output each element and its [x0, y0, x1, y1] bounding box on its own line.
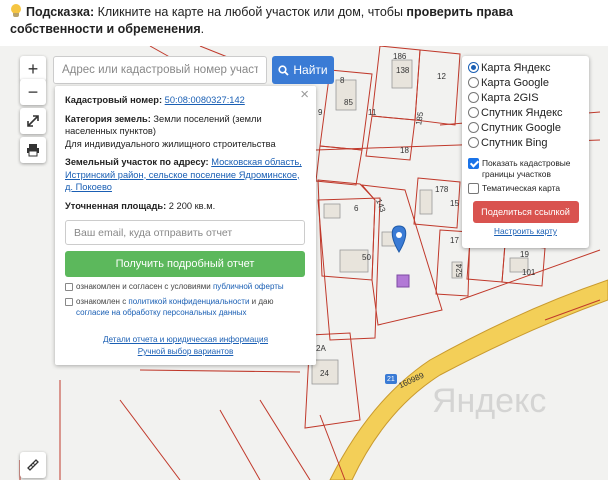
layer-label: Спутник Google: [481, 121, 561, 134]
layer-label: Карта 2GIS: [481, 91, 539, 104]
plot-number: 8: [340, 76, 345, 85]
area-value: 2 200 кв.м.: [168, 200, 216, 211]
plot-number: 50: [362, 253, 371, 262]
plot-number: 178: [435, 185, 449, 194]
radio-button[interactable]: [468, 107, 479, 118]
data-processing-link[interactable]: согласие на обработку персональных данны…: [76, 308, 246, 317]
zoom-out-button[interactable]: −: [20, 79, 46, 105]
hint-text: Подсказка: Кликните на карте на любой уч…: [10, 4, 600, 38]
report-details-link[interactable]: Детали отчета и юридическая информация: [55, 334, 316, 346]
fullscreen-button[interactable]: [20, 108, 46, 134]
ruler-icon: [27, 459, 39, 471]
layer-option-yandex-map[interactable]: Карта Яндекс: [468, 60, 583, 75]
address-label: Земельный участок по адресу:: [65, 157, 209, 167]
hint-body: Кликните на карте на любой участок или д…: [94, 5, 407, 19]
layer-option-yandex-satellite[interactable]: Спутник Яндекс: [468, 105, 583, 120]
plot-number: 138: [396, 66, 410, 75]
map-layers-panel: Карта Яндекс Карта Google Карта 2GIS Спу…: [462, 56, 589, 248]
get-report-button[interactable]: Получить подробный отчет: [65, 251, 305, 277]
land-category-row: Категория земель: Земли поселений (земли…: [65, 113, 306, 151]
map-watermark: Яндекс: [432, 382, 546, 420]
thematic-map-toggle[interactable]: Тематическая карта: [468, 183, 583, 194]
print-button[interactable]: [20, 137, 46, 163]
printer-icon: [27, 144, 39, 157]
radio-button[interactable]: [468, 77, 479, 88]
privacy-consent-text: ознакомлен с политикой конфиденциальност…: [76, 296, 306, 318]
category-label: Категория земель:: [65, 113, 151, 124]
radio-button[interactable]: [468, 92, 479, 103]
manual-selection-link[interactable]: Ручной выбор вариантов: [55, 346, 316, 358]
offer-consent-row: ознакомлен и согласен с условиями публич…: [65, 281, 306, 292]
share-link-button[interactable]: Поделиться ссылкой: [472, 201, 579, 223]
road: [329, 279, 608, 480]
road-number-badge: 21: [387, 376, 395, 383]
find-button[interactable]: Найти: [272, 56, 334, 84]
layer-option-bing-satellite[interactable]: Спутник Bing: [468, 135, 583, 150]
plot-number: 24: [320, 369, 329, 378]
parcel-info-panel: × Кадастровый номер: 50:08:0080327:142 К…: [55, 86, 316, 365]
layer-option-google-map[interactable]: Карта Google: [468, 75, 583, 90]
layer-label: Карта Google: [481, 76, 549, 89]
email-field[interactable]: [65, 220, 305, 245]
plot-number: 186: [393, 52, 407, 61]
ruler-button[interactable]: [20, 452, 46, 478]
info-footer-links: Детали отчета и юридическая информация Р…: [55, 334, 316, 358]
close-icon[interactable]: ×: [300, 87, 309, 101]
layer-label: Спутник Bing: [481, 136, 548, 149]
building-marker: [396, 274, 410, 288]
parcel-9: [315, 145, 363, 186]
thematic-map-label: Тематическая карта: [482, 183, 561, 193]
area-label: Уточненная площадь:: [65, 200, 167, 211]
address-row: Земельный участок по адресу: Московская …: [65, 156, 306, 194]
lightbulb-icon: [10, 4, 22, 18]
area-row: Уточненная площадь: 2 200 кв.м.: [65, 200, 306, 213]
show-borders-checkbox[interactable]: [468, 158, 479, 169]
plot-number: 17: [450, 236, 459, 245]
hint-label: Подсказка:: [26, 5, 95, 19]
search-input[interactable]: [53, 56, 267, 84]
offer-consent-prefix: ознакомлен и согласен с условиями: [76, 282, 213, 291]
radio-button[interactable]: [468, 62, 479, 73]
radio-button[interactable]: [468, 137, 479, 148]
plot-number: 19: [520, 250, 529, 259]
offer-consent-text: ознакомлен и согласен с условиями публич…: [76, 281, 284, 292]
plot-number: 11: [368, 108, 377, 117]
search-icon: [278, 64, 290, 76]
privacy-consent-checkbox[interactable]: [65, 298, 73, 306]
thematic-map-checkbox[interactable]: [468, 183, 479, 194]
expand-icon: [27, 115, 39, 127]
land-usage: Для индивидуального жилищного строительс…: [65, 138, 276, 149]
privacy-consent-row: ознакомлен с политикой конфиденциальност…: [65, 296, 306, 318]
configure-map-link[interactable]: Настроить карту: [468, 227, 583, 236]
plot-number: 9: [318, 108, 323, 117]
plot-number: 12: [437, 72, 446, 81]
privacy-consent-prefix: ознакомлен с: [76, 297, 129, 306]
plot-number: 85: [344, 98, 353, 107]
layer-option-google-satellite[interactable]: Спутник Google: [468, 120, 583, 135]
find-button-label: Найти: [293, 63, 328, 77]
plot-number: 524: [455, 263, 465, 278]
privacy-policy-link[interactable]: политикой конфиденциальности: [128, 297, 249, 306]
map-pin-icon: [391, 225, 407, 253]
cadastral-number-row: Кадастровый номер: 50:08:0080327:142: [65, 94, 306, 107]
plot-number: 6: [354, 204, 359, 213]
offer-consent-checkbox[interactable]: [65, 283, 73, 291]
show-borders-toggle[interactable]: Показать кадастровые границы участков: [468, 158, 583, 179]
layer-label: Карта Яндекс: [481, 61, 551, 74]
public-offer-link[interactable]: публичной оферты: [213, 282, 284, 291]
plot-number: 15: [450, 199, 459, 208]
radio-button[interactable]: [468, 122, 479, 133]
cadastral-label: Кадастровый номер:: [65, 95, 163, 105]
plot-number: 2A: [316, 344, 326, 353]
plot-number: 18: [400, 146, 409, 155]
plot-number: 101: [522, 268, 536, 277]
show-borders-label: Показать кадастровые границы участков: [482, 158, 571, 179]
hint-end: .: [200, 22, 205, 36]
cadastral-number-link[interactable]: 50:08:0080327:142: [165, 95, 245, 105]
privacy-consent-mid: и даю: [249, 297, 274, 306]
layer-option-2gis-map[interactable]: Карта 2GIS: [468, 90, 583, 105]
layer-label: Спутник Яндекс: [481, 106, 563, 119]
